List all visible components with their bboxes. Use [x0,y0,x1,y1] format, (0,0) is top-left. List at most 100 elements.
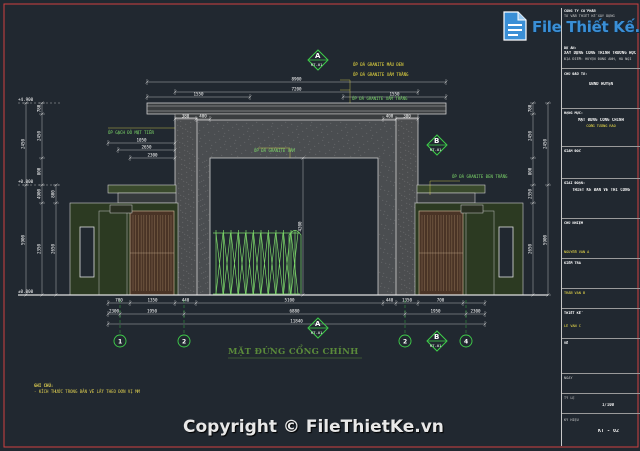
tb-sheet-label: KÝ HIỆU [564,418,579,422]
dim-left-inner-2: 800 [37,167,42,175]
dim-right-outer-0: 2450 [543,138,548,149]
dim-right-inner-2: 800 [528,167,533,175]
elevation-mark-0: +4.900 [18,97,34,102]
dim-bot2-3: 1950 [430,309,441,314]
tb-scale-label: TỶ LỆ [564,396,575,400]
label-right-wall: ỐP ĐÁ GRANITE ĐEN TRẮNG [452,174,508,179]
elevation-mark-2: ±0.000 [18,289,34,294]
gate-opening [209,157,379,296]
label-gate-mid: ỐP ĐÁ GRANITE XÁM [254,148,296,153]
roof-slab [146,102,447,115]
dim-bot1-3: 5100 [284,298,295,303]
section-marker-b-right: B KT-01 [426,134,448,156]
dim-bot2-2: 6880 [289,309,300,314]
tb-design-label: THIẾT KẾ [564,311,581,315]
dim-left-wall-1: 2650 [51,243,56,254]
dim-right-outer-1: 5900 [543,234,548,245]
tb-company: CÔNG TY CỔ PHẦN [564,9,596,13]
section-marker-a-top: A KT-01 [307,49,329,71]
dim-inner-right-1: 380 [403,114,411,119]
dim-inner-right-0: 400 [386,114,394,119]
tb-phase: THIẾT KẾ BẢN VẼ THI CÔNG [572,188,630,192]
dim-total-0: 11840 [290,319,303,324]
dim-left-inner-4: 2350 [37,243,42,254]
label-roof: ỐP ĐÁ GRANITE XÁM TRẮNG [352,96,408,101]
tb-hangmuc-label: HẠNG MỤC: [564,111,583,115]
dim-bot1-0: 700 [115,298,123,303]
svg-text:2: 2 [403,339,407,346]
dim-inner-b-0: 2650 [141,145,152,150]
svg-text:B: B [434,137,439,145]
file-icon [503,11,527,41]
dim-bot2-4: 2300 [470,309,481,314]
axis-bubble-2a: 2 [177,300,191,348]
svg-text:2: 2 [182,339,186,346]
section-marker-a-bottom: A KT-01 [307,317,329,339]
left-pillar [174,117,198,296]
tb-phase-label: GIAI ĐOẠN: [564,181,586,185]
right-cap [416,184,486,194]
tb-project: XÂY DỰNG CÔNG TRÌNH TRƯỜNG HỌC [564,51,637,55]
left-cap [107,184,177,194]
dim-inner-left-0: 380 [182,114,190,119]
drawing-caption: MẶT ĐỨNG CỔNG CHÍNH [228,347,359,357]
dim-bot1-6: 700 [437,298,445,303]
svg-text:4: 4 [464,339,468,346]
svg-text:A: A [315,320,321,328]
tb-check-label: KIỂM TRA [564,261,581,265]
dim-left-inner-3: 4900 [37,188,42,199]
notes-line: - KÍCH THƯỚC TRONG BẢN VẼ LẤY THEO ĐƠN V… [34,389,140,394]
dim-bot1-2: 440 [182,298,190,303]
dim-right-inner-1: 2450 [528,130,533,141]
tb-sheet: KT - 02 [598,429,620,433]
dim-top-frame-0: 7200 [291,87,302,92]
label-trim1: ỐP ĐÁ GRANITE MÀU ĐEN [353,62,404,67]
svg-text:KT-01: KT-01 [311,62,323,67]
tb-project-label: DỰ ÁN: [564,46,577,50]
svg-text:A: A [315,52,321,60]
elevation-mark-1: +0.000 [18,179,34,184]
left-window [79,226,95,278]
tb-scale: 1/100 [602,403,615,407]
tb-owner: UBND HUYỆN [588,82,614,86]
axis-bubble-4: 4 [459,300,473,348]
dim-right-inner-4: 2650 [528,243,533,254]
tb-hangmuc2: CỔNG TƯỜNG RÀO [586,124,616,128]
tb-date-label: NGÀY [564,376,573,380]
dim-bot2-1: 1950 [147,309,158,314]
dim-right-inner-3: 2350 [528,188,533,199]
svg-text:B: B [434,333,439,341]
dim-left-outer-1: 5900 [21,234,26,245]
dim-top-total-0: 8900 [291,77,302,82]
section-marker-b-bottom: B KT-01 [426,330,448,352]
tb-design: TRẦN VĂN B [564,291,586,295]
svg-text:1: 1 [118,339,122,346]
copyright-watermark: Copyright © FileThietKe.vn [183,417,444,437]
axis-bubble-2b: 2 [398,300,412,348]
dim-bot1-1: 1350 [147,298,158,303]
tb-hangmuc: MẶT ĐỨNG CỔNG CHÍNH [578,118,624,122]
dim-bot1-5: 1350 [402,298,413,303]
svg-text:KT-01: KT-01 [430,147,442,152]
dim-inner-left-1: 400 [199,114,207,119]
tb-project2: ĐỊA ĐIỂM: HUYỆN ĐÔNG ANH, HÀ NỘI [564,57,632,61]
tb-owner-label: CHỦ ĐẦU TƯ: [564,72,588,76]
notes: GHI CHÚ: - KÍCH THƯỚC TRONG BẢN VẼ LẤY T… [34,383,140,395]
dim-inner-a-0: 1050 [136,138,147,143]
label-trim-left: ỐP GẠCH ĐỎ MẶT TIỀN [108,130,154,135]
dim-left-wall-0: 800 [51,190,56,198]
dim-bot1-4: 440 [386,298,394,303]
tb-company2: TƯ VẤN THIẾT KẾ XÂY DỰNG [564,14,615,18]
dim-right-inner-0: 780 [528,104,533,112]
title-block: CÔNG TY CỔ PHẦN TƯ VẤN THIẾT KẾ XÂY DỰNG… [561,8,640,446]
dim-left-inner-0: 780 [37,104,42,112]
tb-draw: LÊ VĂN C [564,324,581,328]
dim-top-left-0: 1550 [193,92,204,97]
dim-center-0: 4200 [298,221,303,232]
tb-chief-label: CHỦ NHIỆM [564,221,583,225]
tb-draw-label: VẼ [564,341,569,345]
svg-text:KT-01: KT-01 [311,330,323,335]
dim-bot2-0: 2300 [109,309,120,314]
right-window [498,226,514,278]
svg-text:KT-01: KT-01 [430,343,442,348]
